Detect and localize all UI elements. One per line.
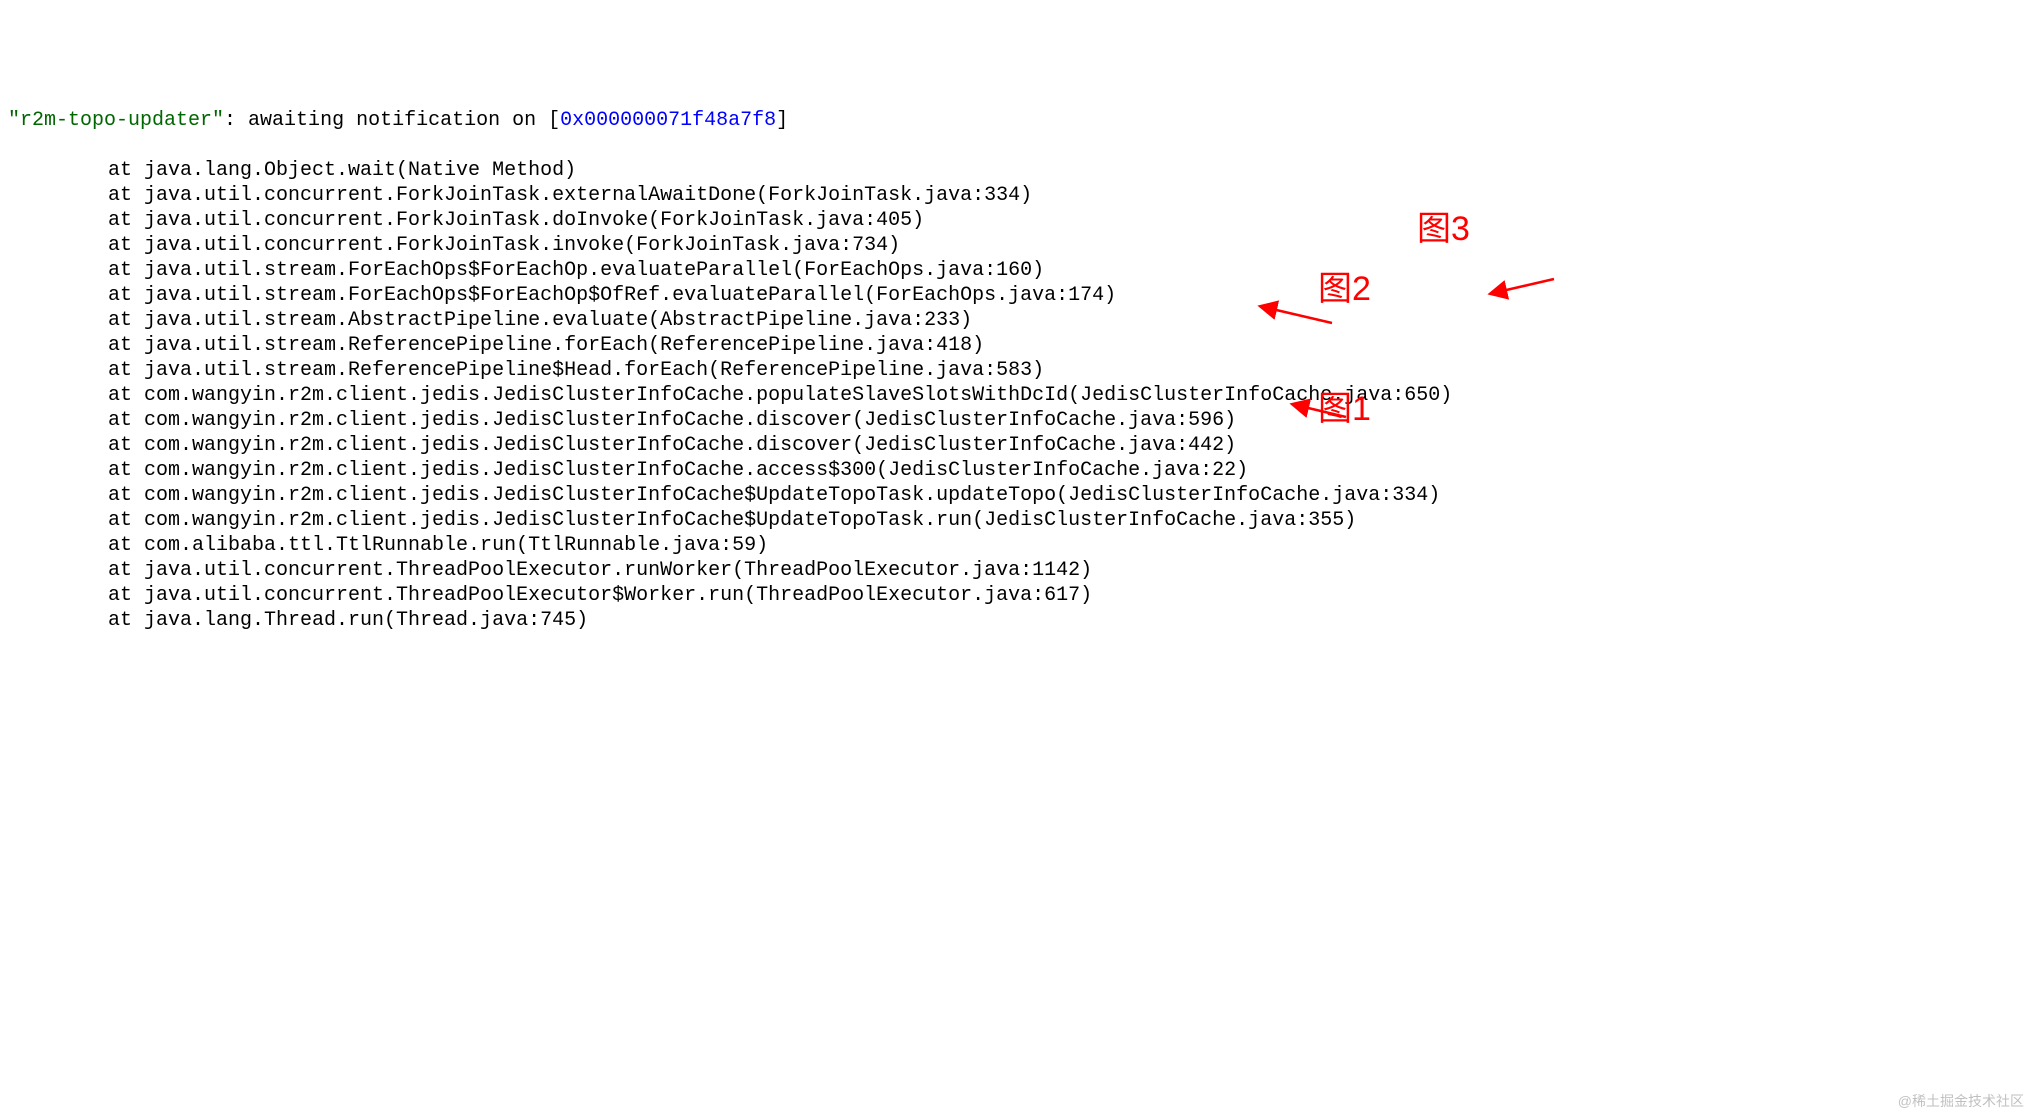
stack-frame: at java.util.concurrent.ForkJoinTask.ext… <box>8 183 2028 208</box>
stack-frame: at java.util.concurrent.ForkJoinTask.doI… <box>8 208 2028 233</box>
stack-frame: at java.util.stream.ForEachOps$ForEachOp… <box>8 283 2028 308</box>
watermark: @稀土掘金技术社区 <box>1898 1093 2024 1111</box>
thread-header: "r2m-topo-updater": awaiting notificatio… <box>8 108 2028 133</box>
stack-frame: at com.wangyin.r2m.client.jedis.JedisClu… <box>8 433 2028 458</box>
stack-frame: at com.wangyin.r2m.client.jedis.JedisClu… <box>8 508 2028 533</box>
header-mid: : awaiting notification on [ <box>224 109 560 132</box>
stack-frame: at java.lang.Object.wait(Native Method) <box>8 158 2028 183</box>
stack-frame: at java.util.stream.ReferencePipeline$He… <box>8 358 2028 383</box>
stack-frame: at java.util.concurrent.ThreadPoolExecut… <box>8 583 2028 608</box>
stack-frame: at java.util.stream.ForEachOps$ForEachOp… <box>8 258 2028 283</box>
stack-frame: at com.alibaba.ttl.TtlRunnable.run(TtlRu… <box>8 533 2028 558</box>
stack-frame: at com.wangyin.r2m.client.jedis.JedisClu… <box>8 483 2028 508</box>
thread-name: "r2m-topo-updater" <box>8 109 224 132</box>
stack-frame: at java.util.stream.ReferencePipeline.fo… <box>8 333 2028 358</box>
stack-frame: at java.util.concurrent.ThreadPoolExecut… <box>8 558 2028 583</box>
stack-frame: at com.wangyin.r2m.client.jedis.JedisClu… <box>8 383 2028 408</box>
stack-frame: at java.util.concurrent.ForkJoinTask.inv… <box>8 233 2028 258</box>
stack-trace: at java.lang.Object.wait(Native Method)a… <box>8 158 2028 633</box>
stack-frame: at java.lang.Thread.run(Thread.java:745) <box>8 608 2028 633</box>
stack-frame: at java.util.stream.AbstractPipeline.eva… <box>8 308 2028 333</box>
header-end: ] <box>776 109 788 132</box>
stack-frame: at com.wangyin.r2m.client.jedis.JedisClu… <box>8 408 2028 433</box>
stack-frame: at com.wangyin.r2m.client.jedis.JedisClu… <box>8 458 2028 483</box>
monitor-address: 0x000000071f48a7f8 <box>560 109 776 132</box>
